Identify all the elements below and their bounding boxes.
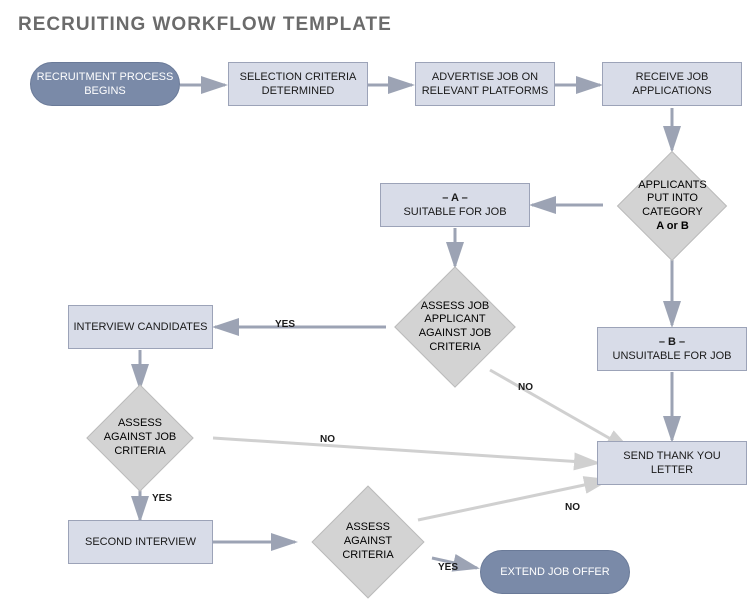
label-assess2-no: NO — [320, 434, 335, 445]
node-interview: INTERVIEW CANDIDATES — [68, 305, 213, 349]
label-assess2-yes: YES — [152, 493, 172, 504]
unsuitable-line1: – B – — [659, 336, 685, 348]
flowchart-canvas: RECRUITMENT PROCESS BEGINS SELECTION CRI… — [0, 0, 756, 612]
suitable-line2: SUITABLE FOR JOB — [403, 205, 506, 219]
node-thankyou: SEND THANK YOU LETTER — [597, 441, 747, 485]
suitable-line1: – A – — [442, 192, 467, 204]
assess1-line1: ASSESS JOB — [421, 300, 489, 312]
label-assess3-no: NO — [565, 502, 580, 513]
node-start: RECRUITMENT PROCESS BEGINS — [30, 62, 180, 106]
categorize-line2: PUT INTO — [647, 192, 698, 204]
node-categorize: APPLICANTS PUT INTO CATEGORY A or B — [610, 170, 735, 242]
node-receive: RECEIVE JOB APPLICATIONS — [602, 62, 742, 106]
categorize-line4: A or B — [656, 220, 689, 232]
node-assess1: ASSESS JOB APPLICANT AGAINST JOB CRITERI… — [395, 290, 515, 364]
assess2-line1: ASSESS — [118, 417, 162, 429]
label-assess3-yes: YES — [438, 562, 458, 573]
unsuitable-line2: UNSUITABLE FOR JOB — [613, 349, 732, 363]
label-assess1-no: NO — [518, 382, 533, 393]
assess3-line2: AGAINST — [344, 535, 392, 547]
assess3-line3: CRITERIA — [342, 549, 393, 561]
assess1-line2: APPLICANT — [424, 313, 485, 325]
node-criteria: SELECTION CRITERIA DETERMINED — [228, 62, 368, 106]
assess2-line3: CRITERIA — [114, 445, 165, 457]
node-unsuitable: – B – UNSUITABLE FOR JOB — [597, 327, 747, 371]
node-assess2: ASSESS AGAINST JOB CRITERIA — [80, 405, 200, 471]
categorize-line1: APPLICANTS — [638, 179, 706, 191]
assess3-line1: ASSESS — [346, 521, 390, 533]
assess2-line2: AGAINST JOB — [104, 431, 177, 443]
node-offer: EXTEND JOB OFFER — [480, 550, 630, 594]
node-advertise: ADVERTISE JOB ON RELEVANT PLATFORMS — [415, 62, 555, 106]
assess1-line4: CRITERIA — [429, 341, 480, 353]
assess1-line3: AGAINST JOB — [419, 327, 492, 339]
label-assess1-yes: YES — [275, 319, 295, 330]
node-assess3: ASSESS AGAINST CRITERIA — [308, 510, 428, 574]
node-suitable: – A – SUITABLE FOR JOB — [380, 183, 530, 227]
categorize-line3: CATEGORY — [642, 206, 703, 218]
node-second-interview: SECOND INTERVIEW — [68, 520, 213, 564]
